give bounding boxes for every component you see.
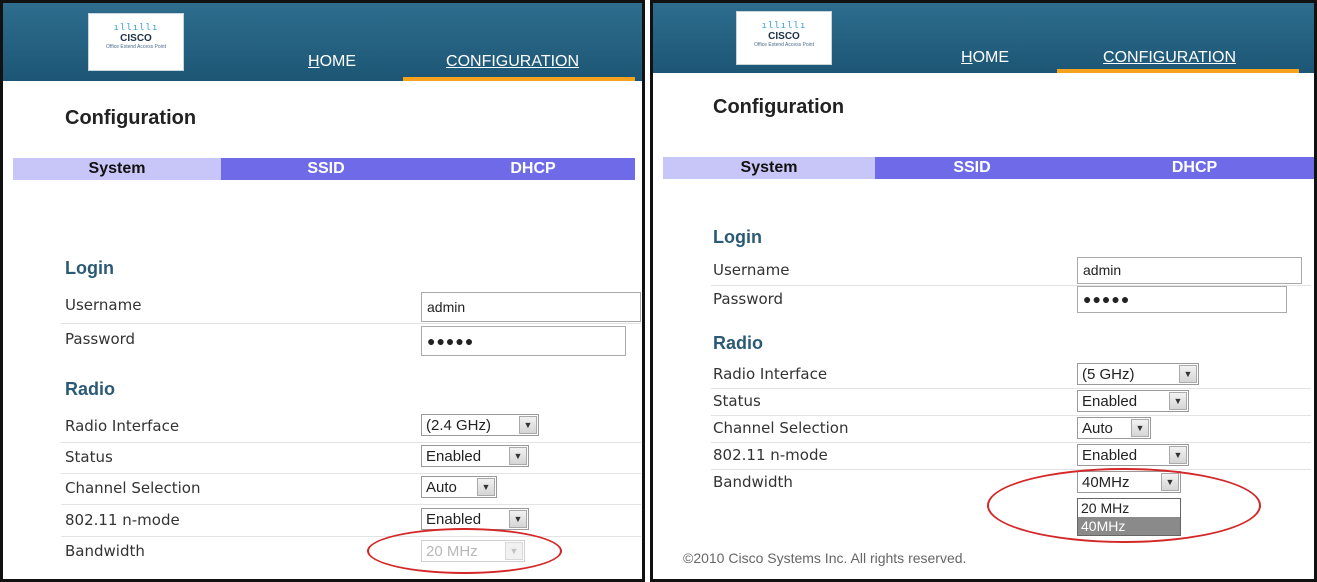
n-mode-select[interactable]: Enabled ▼ xyxy=(1077,444,1189,466)
tab-dhcp[interactable]: DHCP xyxy=(431,158,635,180)
dropdown-arrow-icon[interactable]: ▼ xyxy=(519,416,537,434)
username-label: Username xyxy=(713,261,790,279)
radio-interface-label: Radio Interface xyxy=(713,365,828,383)
radio-interface-label: Radio Interface xyxy=(65,417,180,435)
dropdown-arrow-icon[interactable]: ▼ xyxy=(509,510,527,528)
tab-system[interactable]: System xyxy=(13,158,221,180)
nav-config-label: ONFIGURATION xyxy=(1114,49,1237,66)
username-field[interactable]: admin xyxy=(1077,257,1302,284)
username-label: Username xyxy=(65,296,142,314)
highlight-ellipse xyxy=(367,528,562,574)
channel-selection-label: Channel Selection xyxy=(713,419,849,437)
header-bar: ıllıllı CISCO Office Extend Access Point… xyxy=(3,3,642,81)
nav-home-label: OME xyxy=(319,53,357,70)
nav-home-link[interactable]: HOME xyxy=(308,53,356,71)
radio-interface-select[interactable]: (2.4 GHz) ▼ xyxy=(421,414,539,436)
radio-interface-select[interactable]: (5 GHz) ▼ xyxy=(1077,363,1199,385)
cisco-logo-subtitle: Office Extend Access Point xyxy=(754,42,814,48)
dropdown-arrow-icon[interactable]: ▼ xyxy=(1169,392,1187,410)
radio-interface-value: (2.4 GHz) xyxy=(426,417,492,434)
content-area: Configuration System SSID DHCP Login Use… xyxy=(3,81,642,579)
row-divider xyxy=(61,536,641,537)
nav-configuration-link[interactable]: CONFIGURATION xyxy=(446,53,579,71)
config-tabs: System SSID DHCP xyxy=(13,158,635,180)
login-heading: Login xyxy=(65,258,114,278)
row-divider xyxy=(61,442,641,443)
password-label: Password xyxy=(65,330,136,348)
row-divider xyxy=(61,323,641,324)
copyright-footer: ©2010 Cisco Systems Inc. All rights rese… xyxy=(683,550,967,566)
row-divider xyxy=(711,415,1311,416)
channel-selection-select[interactable]: Auto ▼ xyxy=(1077,417,1151,439)
nav-home-accesskey: H xyxy=(961,49,973,66)
cisco-logo: ıllıllı CISCO Office Extend Access Point xyxy=(736,11,832,65)
dropdown-arrow-icon[interactable]: ▼ xyxy=(1179,365,1197,383)
row-divider xyxy=(61,504,641,505)
content-area: Configuration System SSID DHCP Login Use… xyxy=(653,73,1314,579)
row-divider xyxy=(61,473,641,474)
channel-selection-value: Auto xyxy=(1082,420,1113,437)
channel-selection-select[interactable]: Auto ▼ xyxy=(421,476,497,498)
nav-config-accesskey: C xyxy=(1103,49,1115,66)
page-title: Configuration xyxy=(713,96,845,118)
n-mode-label: 802.11 n-mode xyxy=(713,446,828,464)
status-value: Enabled xyxy=(426,448,482,465)
header-bar: ıllıllı CISCO Office Extend Access Point… xyxy=(653,3,1314,73)
dropdown-arrow-icon[interactable]: ▼ xyxy=(509,447,527,465)
password-field[interactable]: ●●●●● xyxy=(421,326,626,356)
tab-ssid[interactable]: SSID xyxy=(875,157,1069,179)
cisco-logo-subtitle: Office Extend Access Point xyxy=(106,44,166,50)
radio-heading: Radio xyxy=(65,379,116,399)
left-config-panel: ıllıllı CISCO Office Extend Access Point… xyxy=(0,0,645,582)
bandwidth-label: Bandwidth xyxy=(713,473,793,491)
cisco-logo-brand: CISCO xyxy=(768,31,800,42)
nav-config-accesskey: C xyxy=(446,53,458,70)
n-mode-value: Enabled xyxy=(1082,447,1138,464)
row-divider xyxy=(711,469,1311,470)
username-field[interactable]: admin xyxy=(421,292,641,322)
status-select[interactable]: Enabled ▼ xyxy=(1077,390,1189,412)
dropdown-arrow-icon[interactable]: ▼ xyxy=(1131,419,1149,437)
cisco-logo-bars-icon: ıllıllı xyxy=(761,21,807,31)
n-mode-value: Enabled xyxy=(426,511,482,528)
n-mode-select[interactable]: Enabled ▼ xyxy=(421,508,529,530)
row-divider xyxy=(711,388,1311,389)
right-config-panel: ıllıllı CISCO Office Extend Access Point… xyxy=(650,0,1317,582)
cisco-logo: ıllıllı CISCO Office Extend Access Point xyxy=(88,13,184,71)
radio-interface-value: (5 GHz) xyxy=(1082,366,1135,383)
nav-home-accesskey: H xyxy=(308,53,320,70)
password-field[interactable]: ●●●●● xyxy=(1077,286,1287,313)
status-value: Enabled xyxy=(1082,393,1138,410)
password-label: Password xyxy=(713,290,784,308)
nav-configuration-link[interactable]: CONFIGURATION xyxy=(1103,49,1236,67)
nav-home-label: OME xyxy=(972,49,1010,66)
row-divider xyxy=(711,442,1311,443)
radio-heading: Radio xyxy=(713,333,764,353)
login-heading: Login xyxy=(713,227,762,247)
highlight-ellipse xyxy=(987,468,1261,543)
page-title: Configuration xyxy=(65,107,197,129)
status-label: Status xyxy=(713,392,761,410)
cisco-logo-bars-icon: ıllıllı xyxy=(113,23,159,33)
status-select[interactable]: Enabled ▼ xyxy=(421,445,529,467)
nav-config-label: ONFIGURATION xyxy=(457,53,580,70)
tab-dhcp[interactable]: DHCP xyxy=(1069,157,1314,179)
dropdown-arrow-icon[interactable]: ▼ xyxy=(477,478,495,496)
nav-home-link[interactable]: HOME xyxy=(961,49,1009,67)
channel-selection-value: Auto xyxy=(426,479,457,496)
bandwidth-label: Bandwidth xyxy=(65,542,145,560)
cisco-logo-brand: CISCO xyxy=(120,33,152,44)
tab-system[interactable]: System xyxy=(663,157,875,179)
dropdown-arrow-icon[interactable]: ▼ xyxy=(1169,446,1187,464)
config-tabs: System SSID DHCP xyxy=(663,157,1314,179)
n-mode-label: 802.11 n-mode xyxy=(65,511,180,529)
tab-ssid[interactable]: SSID xyxy=(221,158,431,180)
status-label: Status xyxy=(65,448,113,466)
channel-selection-label: Channel Selection xyxy=(65,479,201,497)
